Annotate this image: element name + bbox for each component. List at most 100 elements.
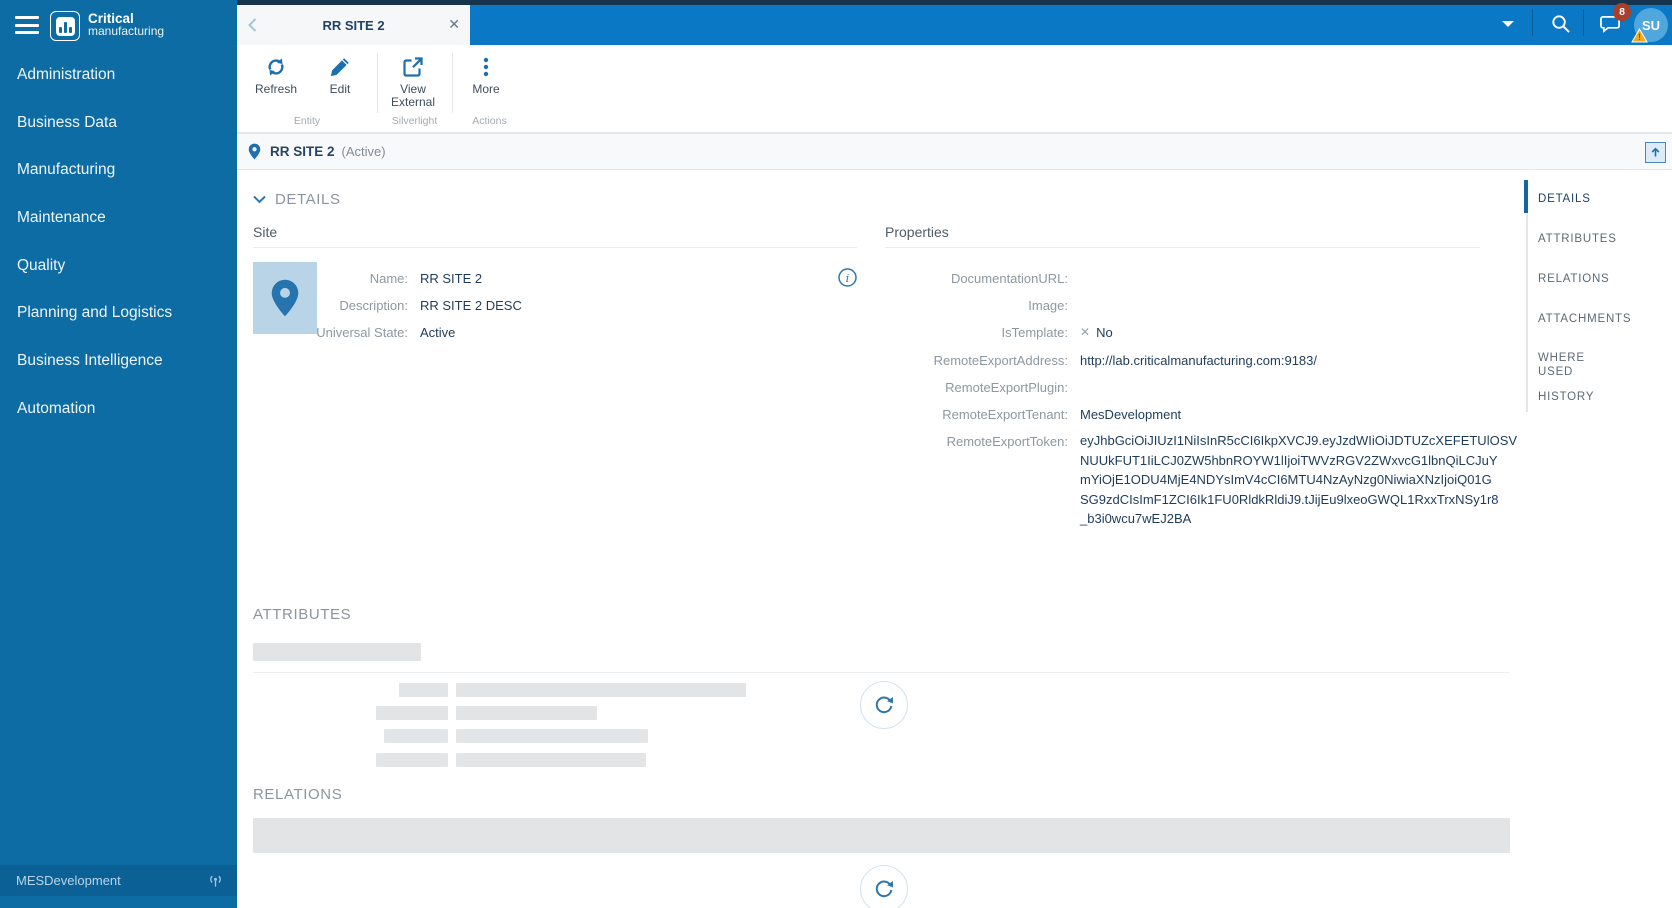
view-external-label: View External [391,83,435,109]
topbar-divider [1532,9,1533,36]
skeleton-row [253,729,648,743]
brand-logo-icon [50,11,80,41]
attributes-section-title: ATTRIBUTES [253,606,351,623]
brand-line2: manufacturing [88,25,164,38]
remote-export-token-value: eyJhbGciOiJIUzI1NiIsInR5cCI6IkpXVCJ9.eyJ… [1080,431,1482,529]
hamburger-menu-icon[interactable] [15,16,39,35]
property-label: RemoteExportToken: [885,434,1068,449]
info-icon[interactable]: i [838,268,857,287]
entity-header: RR SITE 2 (Active) [237,133,1672,170]
close-icon[interactable]: ✕ [448,16,460,33]
entity-name: RR SITE 2 [270,144,335,159]
sidebar-menu-item-label: Manufacturing [17,161,115,179]
sidebar-menu-item-label: Quality [17,257,65,275]
property-row: RemoteExportTenant: MesDevelopment [885,404,1480,424]
relations-loading-refresh-button[interactable] [860,865,908,908]
location-pin-icon [248,143,261,160]
caret-down-icon[interactable] [1502,21,1514,27]
sidebar-menu-item[interactable]: Automation [0,385,237,433]
field-label: Description: [253,298,408,313]
tab-rr-site-2[interactable]: RR SITE 2 ✕ [237,5,470,45]
sidebar-menu-item-label: Administration [17,66,115,84]
sidebar-menu-item[interactable]: Manufacturing [0,146,237,194]
section-nav-item[interactable]: ATTACHMENTS [1538,312,1631,326]
section-nav-item[interactable]: RELATIONS [1538,272,1610,286]
property-value: MesDevelopment [1080,407,1181,422]
sidebar-menu-item[interactable]: Maintenance [0,194,237,242]
relations-section-title: RELATIONS [253,786,342,803]
section-nav-active-indicator [1524,180,1528,213]
edit-button[interactable]: Edit [308,53,372,96]
arrow-up-icon [1650,147,1661,158]
field-value: RR SITE 2 DESC [420,298,522,313]
property-value: ✕ No [1080,325,1113,340]
property-value: http://lab.criticalmanufacturing.com:918… [1080,353,1317,368]
edit-label: Edit [330,83,351,96]
more-label: More [472,83,499,96]
skeleton-bar [253,643,421,661]
property-label: DocumentationURL: [885,271,1068,286]
svg-text:!: ! [1638,32,1641,42]
sidebar-menu-item[interactable]: Business Data [0,99,237,147]
site-field-row: Universal State: Active [253,322,853,342]
section-nav-item[interactable]: ATTRIBUTES [1538,232,1617,246]
field-label: Universal State: [253,325,408,340]
sidebar-menu-item-label: Planning and Logistics [17,304,172,322]
environment-name: MESDevelopment [16,873,121,888]
skeleton-row [253,683,746,697]
warning-icon[interactable]: ! [1631,28,1648,43]
refresh-button[interactable]: Refresh [244,53,308,96]
token-line: eyJhbGciOiJIUzI1NiIsInR5cCI6IkpXVCJ9.eyJ… [1080,431,1482,451]
edit-icon [328,55,352,79]
property-label: RemoteExportPlugin: [885,380,1068,395]
collapse-panel-button[interactable] [1645,142,1666,163]
properties-panel-title: Properties [885,224,949,240]
more-button[interactable]: More [456,53,516,96]
view-external-button[interactable]: View External [381,53,445,109]
sidebar-menu-item[interactable]: Business Intelligence [0,337,237,385]
site-field-row: Name: RR SITE 2 [253,268,853,288]
section-nav-item-label: DETAILS [1538,193,1591,205]
app-window: Critical manufacturing Administration Bu… [0,0,1672,908]
section-nav-item[interactable]: WHERE USED [1538,351,1585,365]
section-nav-item-label: ATTRIBUTES [1538,233,1617,245]
sidebar-menu-item-label: Business Data [17,114,117,132]
sidebar-menu-item-label: Maintenance [17,209,106,227]
property-label: RemoteExportAddress: [885,353,1068,368]
property-label: RemoteExportTenant: [885,407,1068,422]
site-field-row: Description: RR SITE 2 DESC [253,295,853,315]
toolbar-separator [452,53,453,113]
brand-name: Critical manufacturing [88,12,164,38]
property-row: IsTemplate: ✕ No [885,322,1480,342]
skeleton-row [253,753,646,767]
section-nav-item-label: HISTORY [1538,391,1594,403]
topbar-divider [1583,9,1584,36]
refresh-icon [872,693,896,717]
property-row: DocumentationURL: [885,268,1480,288]
sidebar-menu-item[interactable]: Quality [0,242,237,290]
skeleton-row [253,706,597,720]
connection-signal-icon [208,874,223,888]
section-nav-item-label: RELATIONS [1538,273,1610,285]
search-icon[interactable] [1550,13,1571,34]
chevron-down-icon [253,195,266,204]
template-cross-icon: ✕ [1080,325,1090,339]
section-nav-item[interactable]: HISTORY [1538,390,1594,404]
sidebar-menu-item[interactable]: Administration [0,51,237,99]
sidebar-menu-item[interactable]: Planning and Logistics [0,289,237,337]
external-link-icon [401,55,425,79]
field-value: RR SITE 2 [420,271,482,286]
token-line: _b3i0wcu7wEJ2BA [1080,509,1482,529]
refresh-label: Refresh [255,83,297,96]
group-caption-silverlight: Silverlight [377,115,452,127]
attributes-loading-refresh-button[interactable] [860,681,908,729]
section-nav-item-label: WHERE USED [1538,352,1585,378]
attributes-divider [253,672,1510,673]
property-label: Image: [885,298,1068,313]
entity-state: (Active) [342,144,386,159]
property-label: IsTemplate: [885,325,1068,340]
details-section-header[interactable]: DETAILS [253,191,341,208]
field-value: Active [420,325,455,340]
section-nav-item[interactable]: DETAILS [1538,192,1591,206]
property-row: RemoteExportAddress: http://lab.critical… [885,350,1480,370]
